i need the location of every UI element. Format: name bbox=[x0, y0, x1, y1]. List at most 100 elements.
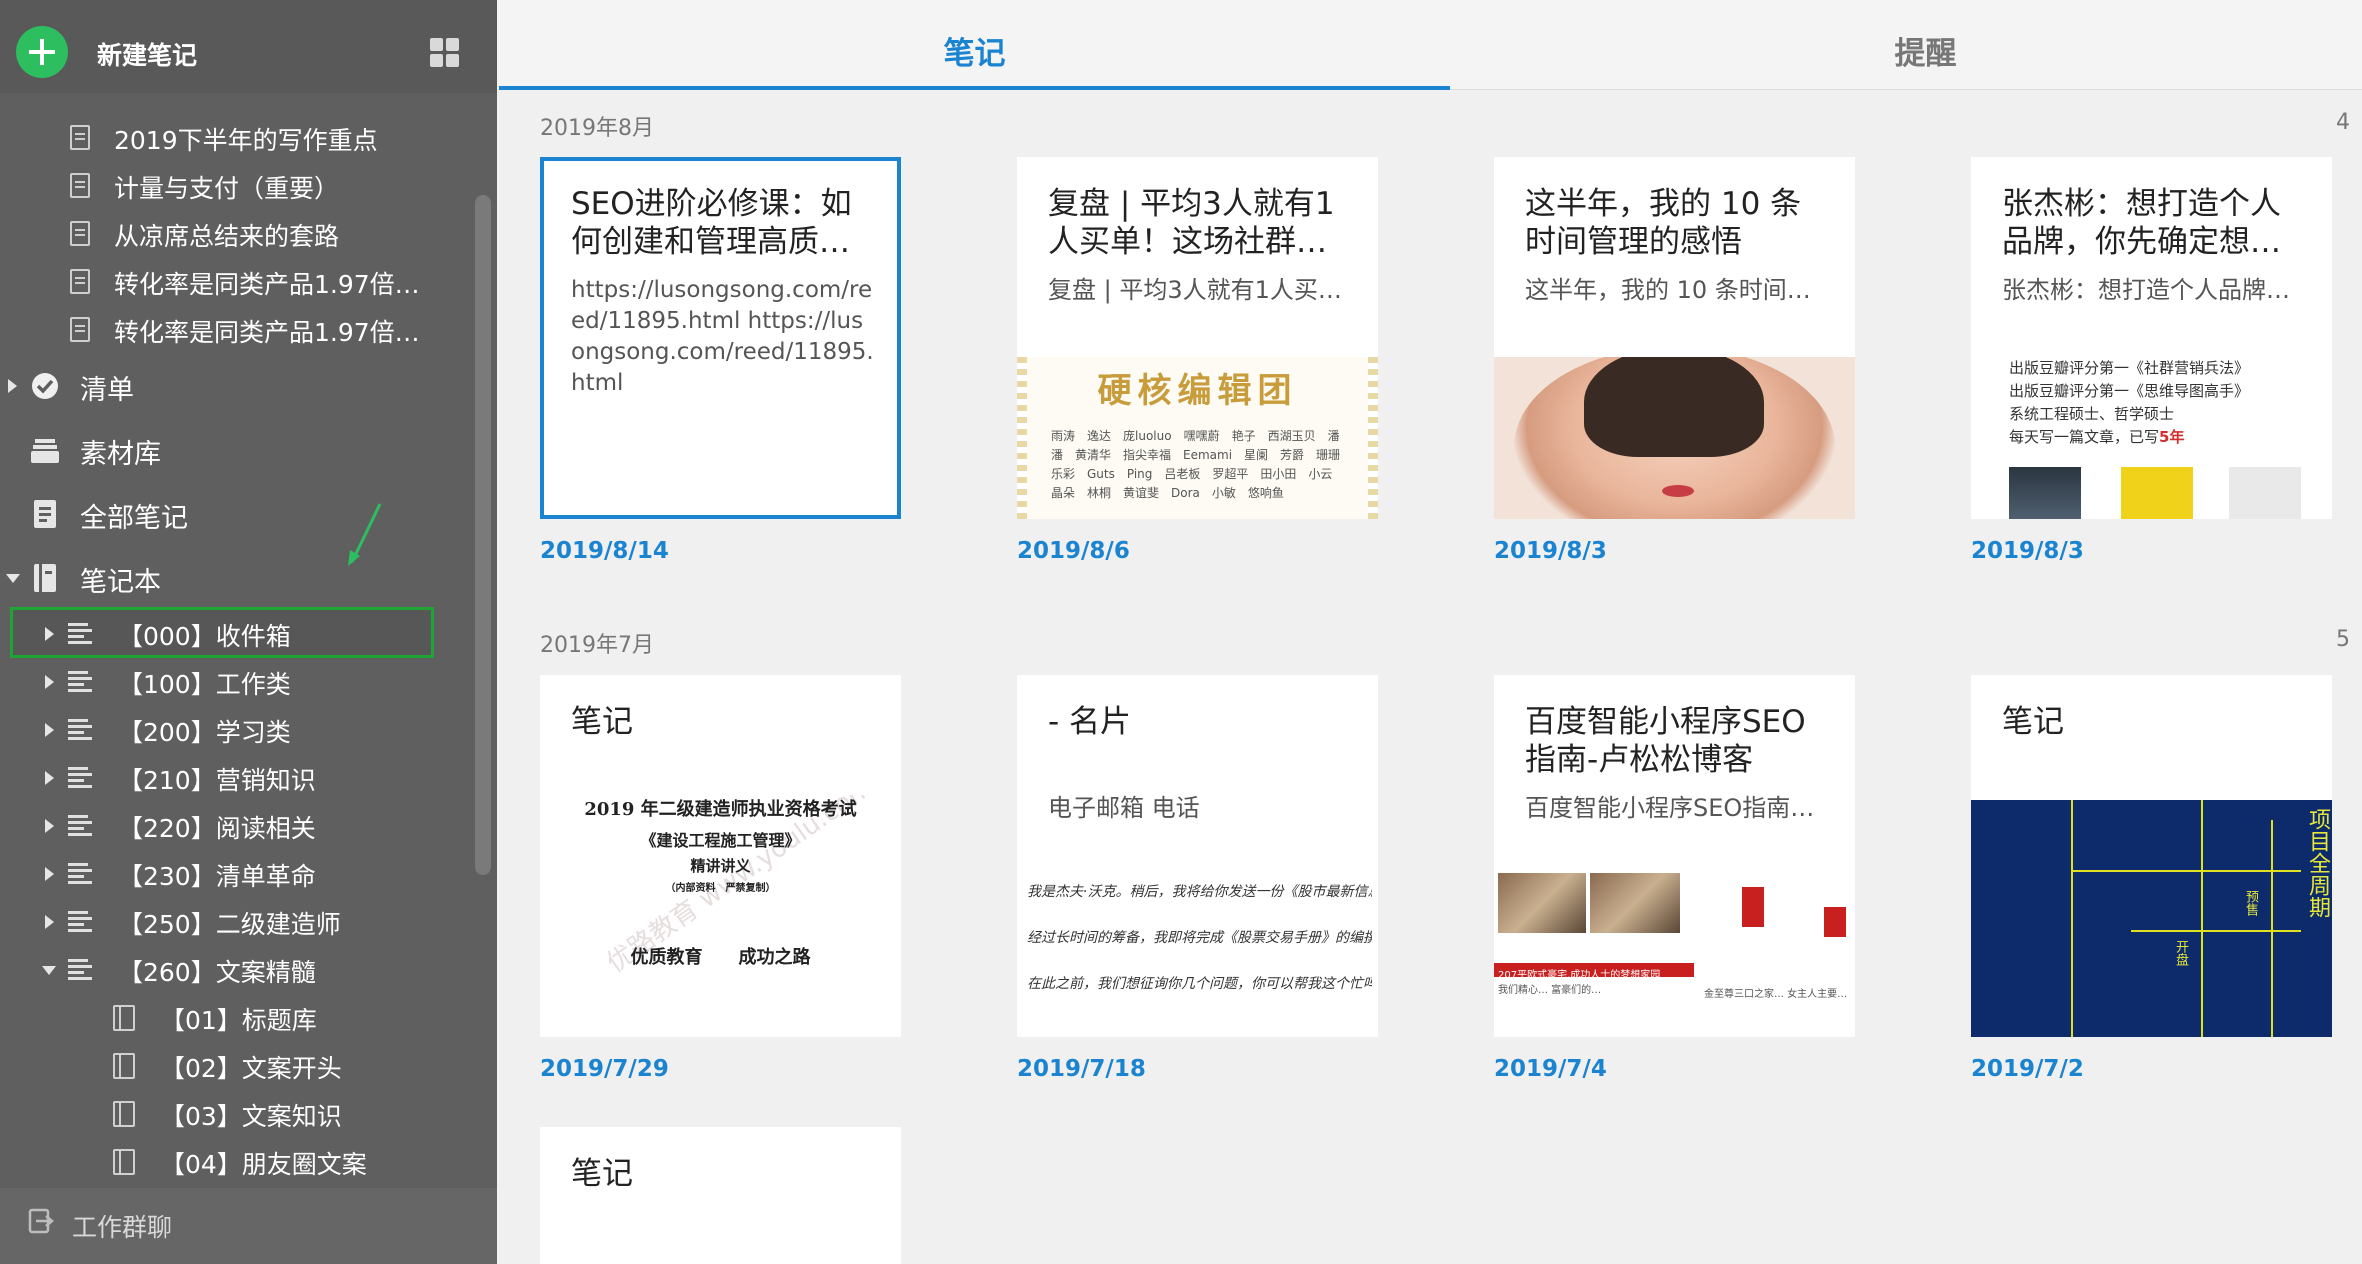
note-snippet: 电子邮箱 电话 bbox=[1048, 794, 1200, 822]
sub-notebook-item[interactable]: 【01】标题库 bbox=[0, 995, 470, 1041]
month-header: 2019年8月 bbox=[540, 116, 654, 141]
note-list-panel: 笔记 提醒 2019年8月 4 SEO进阶必修课：如何创建和管理高质… http… bbox=[499, 0, 2362, 1264]
note-title: 笔记 bbox=[571, 1156, 633, 1192]
work-chat-label: 工作群聊 bbox=[72, 1213, 173, 1242]
sidebar: 新建笔记 2019下半年的写作重点 计量与支付（重要） 从凉席总结来的套路 转化… bbox=[0, 0, 497, 1264]
note-card[interactable]: 笔记 优路教育 www.youlu.com 2019 年二级建造师执业资格考试 … bbox=[540, 675, 901, 1037]
sub-notebook-item[interactable]: 【04】朋友圈文案 bbox=[0, 1139, 470, 1185]
note-snippet: 复盘 | 平均3人就有1人买… bbox=[1048, 276, 1342, 304]
month-header: 2019年7月 bbox=[540, 633, 654, 658]
note-date: 2019/8/6 bbox=[1017, 538, 1130, 564]
note-date: 2019/8/3 bbox=[1494, 538, 1607, 564]
note-card[interactable]: 笔记 项目全周期 预售 开盘 bbox=[1971, 675, 2332, 1037]
note-title: 笔记 bbox=[571, 704, 633, 740]
notebook-item-210[interactable]: 【210】营销知识 bbox=[0, 755, 470, 801]
sub-notebook-label: 【01】标题库 bbox=[160, 1006, 317, 1035]
expand-arrow-icon[interactable] bbox=[45, 675, 54, 689]
tab-bar: 笔记 提醒 bbox=[499, 0, 2362, 90]
thumbnail-text-line: 《建设工程施工管理》 bbox=[640, 831, 801, 850]
notebook-stack-icon bbox=[68, 863, 92, 885]
expand-arrow-icon[interactable] bbox=[45, 819, 54, 833]
note-snippet: 这半年，我的 10 条时间… bbox=[1525, 276, 1811, 304]
photo bbox=[1824, 907, 1846, 937]
notebook-label: 【100】工作类 bbox=[118, 670, 291, 699]
thumbnail-text-line: 经过长时间的筹备，我即将完成《股票交易手册》的编撰工作，并计划在1月初上市。 bbox=[1027, 930, 1372, 946]
thumbnail-text-line: 出版豆瓣评分第一《思维导图高手》 bbox=[2009, 382, 2250, 400]
notebook-stack-icon bbox=[68, 671, 92, 693]
work-chat-icon bbox=[28, 1208, 54, 1234]
notebook-stack-icon bbox=[68, 623, 92, 645]
note-date: 2019/7/2 bbox=[1971, 1056, 2084, 1082]
expand-arrow-icon[interactable] bbox=[45, 723, 54, 737]
notebook-icon bbox=[113, 1101, 135, 1127]
note-date: 2019/7/29 bbox=[540, 1056, 669, 1082]
sub-notebook-item[interactable]: 【03】文案知识 bbox=[0, 1091, 470, 1137]
notebook-label: 【220】阅读相关 bbox=[118, 814, 316, 843]
expand-arrow-icon[interactable] bbox=[45, 627, 54, 641]
thumbnail-text-line: 我是杰夫·沃克。稍后，我将给你发送一份《股市最新信息》，但在这之前，我想请你帮个… bbox=[1027, 884, 1372, 900]
notebook-stack-icon bbox=[68, 767, 92, 789]
author-photo bbox=[2009, 467, 2081, 519]
notebook-icon bbox=[113, 1005, 135, 1031]
expand-arrow-icon[interactable] bbox=[45, 915, 54, 929]
thumbnail-text-line: 在此之前，我们想征询你几个问题，你可以帮我这个忙吗？ bbox=[1027, 976, 1372, 992]
notebook-item-200[interactable]: 【200】学习类 bbox=[0, 707, 470, 753]
sub-notebook-label: 【02】文案开头 bbox=[160, 1054, 342, 1083]
note-card[interactable]: 复盘 | 平均3人就有1人买单！这场社群… 复盘 | 平均3人就有1人买… 硬核… bbox=[1017, 157, 1378, 519]
notebook-stack-icon bbox=[68, 959, 92, 981]
expand-arrow-icon[interactable] bbox=[45, 867, 54, 881]
note-card[interactable]: 笔记 bbox=[540, 1127, 901, 1264]
thumbnail-text-line: 系统工程硕士、哲学硕士 bbox=[2009, 405, 2175, 423]
thumbnail-text-line: 每天写一篇文章，已写5年 bbox=[2009, 426, 2184, 447]
note-count: 5 bbox=[2336, 627, 2350, 652]
collapse-arrow-icon[interactable] bbox=[42, 966, 56, 975]
notebook-label: 【230】清单革命 bbox=[118, 862, 316, 891]
thumbnail-text-line: 2019 年二级建造师执业资格考试 bbox=[584, 799, 857, 820]
notebook-item-260[interactable]: 【260】文案精髓 bbox=[0, 947, 470, 993]
note-title: SEO进阶必修课：如何创建和管理高质… bbox=[571, 186, 852, 260]
note-card[interactable]: SEO进阶必修课：如何创建和管理高质… https://lusongsong.c… bbox=[540, 157, 901, 519]
note-snippet: 张杰彬：想打造个人品牌… bbox=[2002, 276, 2290, 304]
thumbnail-highlight: 5年 bbox=[2159, 428, 2185, 446]
note-card[interactable]: 张杰彬：想打造个人品牌，你先确定想… 张杰彬：想打造个人品牌… 出版豆瓣评分第一… bbox=[1971, 157, 2332, 519]
notebook-item-250[interactable]: 【250】二级建造师 bbox=[0, 899, 470, 945]
sub-notebook-item[interactable]: 【02】文案开头 bbox=[0, 1043, 470, 1089]
work-chat-button[interactable]: 工作群聊 bbox=[0, 1188, 497, 1264]
notebook-label: 【200】学习类 bbox=[118, 718, 291, 747]
thumbnail-banner-text: 硬核编辑团 bbox=[1097, 371, 1298, 411]
thumbnail-text-line: 出版豆瓣评分第一《社群营销兵法》 bbox=[2009, 359, 2250, 377]
book-cover bbox=[2121, 467, 2193, 519]
notebook-item-220[interactable]: 【220】阅读相关 bbox=[0, 803, 470, 849]
thumbnail-text-line: 优质教育 成功之路 bbox=[630, 947, 811, 968]
note-title: 复盘 | 平均3人就有1人买单！这场社群… bbox=[1048, 186, 1335, 260]
tab-reminders[interactable]: 提醒 bbox=[1450, 0, 2362, 90]
expand-arrow-icon[interactable] bbox=[45, 771, 54, 785]
notebook-label: 【250】二级建造师 bbox=[118, 910, 341, 939]
note-snippet: 百度智能小程序SEO指南… bbox=[1525, 794, 1815, 822]
tab-notes[interactable]: 笔记 bbox=[499, 0, 1450, 90]
note-card[interactable]: 这半年，我的 10 条时间管理的感悟 这半年，我的 10 条时间… bbox=[1494, 157, 1855, 519]
notebook-item-000[interactable]: 【000】收件箱 bbox=[0, 611, 470, 657]
thumbnail-names-text: 雨涛 逸达 庞luoluo 嘿嘿蔚 艳子 西湖玉贝 潘潘 黄清华 指尖幸福 Ee… bbox=[1051, 429, 1353, 500]
note-title: 笔记 bbox=[2002, 704, 2064, 740]
sub-notebook-label: 【04】朋友圈文案 bbox=[160, 1150, 367, 1179]
note-title: 这半年，我的 10 条时间管理的感悟 bbox=[1525, 186, 1802, 260]
note-title: 张杰彬：想打造个人品牌，你先确定想… bbox=[2002, 186, 2281, 260]
photo bbox=[1498, 873, 1586, 933]
thumbnail-text-line: 精讲讲义 bbox=[690, 857, 751, 875]
book-cover bbox=[2229, 467, 2301, 519]
document-thumbnail: 优路教育 www.youlu.com 2019 年二级建造师执业资格考试 《建设… bbox=[540, 795, 901, 1037]
notebook-item-230[interactable]: 【230】清单革命 bbox=[0, 851, 470, 897]
note-date: 2019/8/3 bbox=[1971, 538, 2084, 564]
note-snippet: https://lusongsong.com/reed/11895.html h… bbox=[571, 277, 874, 396]
portrait-thumbnail bbox=[1494, 357, 1855, 519]
notebook-item-100[interactable]: 【100】工作类 bbox=[0, 659, 470, 705]
note-date: 2019/7/4 bbox=[1494, 1056, 1607, 1082]
blueprint-thumbnail: 项目全周期 预售 开盘 bbox=[1971, 800, 2332, 1037]
sidebar-scrollbar[interactable] bbox=[475, 195, 491, 875]
note-card[interactable]: - 名片 电子邮箱 电话 我是杰夫·沃克。稍后，我将给你发送一份《股市最新信息》… bbox=[1017, 675, 1378, 1037]
note-card[interactable]: 百度智能小程序SEO指南-卢松松博客 百度智能小程序SEO指南… 207平欧式豪… bbox=[1494, 675, 1855, 1037]
sub-notebook-label: 【03】文案知识 bbox=[160, 1102, 342, 1131]
notebook-icon bbox=[113, 1053, 135, 1079]
thumbnail-text-line: （内部资料 严禁复制） bbox=[665, 883, 776, 894]
